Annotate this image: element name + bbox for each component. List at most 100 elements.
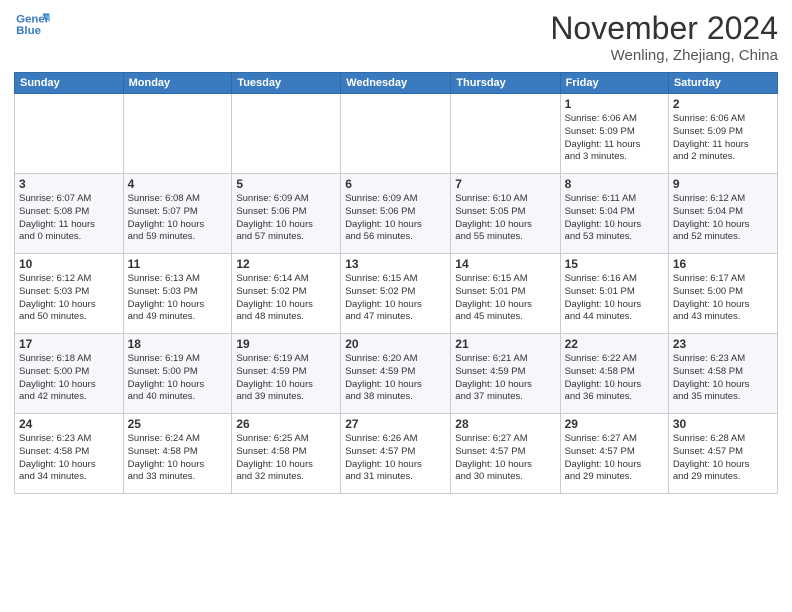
- day-info: Sunrise: 6:21 AM Sunset: 4:59 PM Dayligh…: [455, 353, 555, 404]
- day-number: 26: [236, 417, 336, 431]
- table-row: 29 Sunrise: 6:27 AM Sunset: 4:57 PM Dayli…: [560, 414, 668, 494]
- day-number: 21: [455, 337, 555, 351]
- table-row: [232, 94, 341, 174]
- day-info: Sunrise: 6:19 AM Sunset: 5:00 PM Dayligh…: [128, 353, 228, 404]
- day-number: 9: [673, 177, 773, 191]
- day-info: Sunrise: 6:25 AM Sunset: 4:58 PM Dayligh…: [236, 433, 336, 484]
- table-row: 7 Sunrise: 6:10 AM Sunset: 5:05 PM Daylig…: [451, 174, 560, 254]
- table-row: [123, 94, 232, 174]
- day-number: 20: [345, 337, 446, 351]
- table-row: 16Sunrise: 6:17 AM Sunset: 5:00 PM Dayli…: [668, 254, 777, 334]
- day-number: 12: [236, 257, 336, 271]
- table-row: [341, 94, 451, 174]
- table-row: 2 Sunrise: 6:06 AM Sunset: 5:09 PM Daylig…: [668, 94, 777, 174]
- page: General Blue November 2024 Wenling, Zhej…: [0, 0, 792, 612]
- logo: General Blue: [14, 10, 50, 40]
- table-row: 21 Sunrise: 6:21 AM Sunset: 4:59 PM Dayli…: [451, 334, 560, 414]
- logo-icon: General Blue: [14, 10, 50, 40]
- table-row: 9Sunrise: 6:12 AM Sunset: 5:04 PM Daylig…: [668, 174, 777, 254]
- day-info: Sunrise: 6:28 AM Sunset: 4:57 PM Dayligh…: [673, 433, 773, 484]
- header-friday: Friday: [560, 73, 668, 94]
- day-number: 19: [236, 337, 336, 351]
- day-number: 28: [455, 417, 555, 431]
- day-info: Sunrise: 6:26 AM Sunset: 4:57 PM Dayligh…: [345, 433, 446, 484]
- month-title: November 2024: [550, 10, 778, 47]
- day-info: Sunrise: 6:09 AM Sunset: 5:06 PM Dayligh…: [236, 193, 336, 244]
- day-info: Sunrise: 6:12 AM Sunset: 5:03 PM Dayligh…: [19, 273, 119, 324]
- table-row: 30 Sunrise: 6:28 AM Sunset: 4:57 PM Dayli…: [668, 414, 777, 494]
- day-info: Sunrise: 6:24 AM Sunset: 4:58 PM Dayligh…: [128, 433, 228, 484]
- table-row: 28 Sunrise: 6:27 AM Sunset: 4:57 PM Dayli…: [451, 414, 560, 494]
- table-row: 22 Sunrise: 6:22 AM Sunset: 4:58 PM Dayli…: [560, 334, 668, 414]
- day-number: 17: [19, 337, 119, 351]
- day-info: Sunrise: 6:27 AM Sunset: 4:57 PM Dayligh…: [455, 433, 555, 484]
- week-row-1: 3 Sunrise: 6:07 AM Sunset: 5:08 PM Daylig…: [15, 174, 778, 254]
- table-row: [15, 94, 124, 174]
- table-row: 20 Sunrise: 6:20 AM Sunset: 4:59 PM Dayli…: [341, 334, 451, 414]
- day-info: Sunrise: 6:27 AM Sunset: 4:57 PM Dayligh…: [565, 433, 664, 484]
- table-row: 5 Sunrise: 6:09 AM Sunset: 5:06 PM Daylig…: [232, 174, 341, 254]
- table-row: 4Sunrise: 6:08 AM Sunset: 5:07 PM Daylig…: [123, 174, 232, 254]
- day-number: 30: [673, 417, 773, 431]
- day-number: 7: [455, 177, 555, 191]
- day-info: Sunrise: 6:11 AM Sunset: 5:04 PM Dayligh…: [565, 193, 664, 244]
- day-number: 11: [128, 257, 228, 271]
- table-row: 24 Sunrise: 6:23 AM Sunset: 4:58 PM Dayli…: [15, 414, 124, 494]
- header-thursday: Thursday: [451, 73, 560, 94]
- header-saturday: Saturday: [668, 73, 777, 94]
- table-row: 26 Sunrise: 6:25 AM Sunset: 4:58 PM Dayli…: [232, 414, 341, 494]
- day-info: Sunrise: 6:23 AM Sunset: 4:58 PM Dayligh…: [19, 433, 119, 484]
- location-subtitle: Wenling, Zhejiang, China: [550, 47, 778, 64]
- day-info: Sunrise: 6:15 AM Sunset: 5:01 PM Dayligh…: [455, 273, 555, 324]
- day-info: Sunrise: 6:09 AM Sunset: 5:06 PM Dayligh…: [345, 193, 446, 244]
- table-row: 10Sunrise: 6:12 AM Sunset: 5:03 PM Dayli…: [15, 254, 124, 334]
- table-row: [451, 94, 560, 174]
- week-row-0: 1 Sunrise: 6:06 AM Sunset: 5:09 PM Daylig…: [15, 94, 778, 174]
- table-row: 11Sunrise: 6:13 AM Sunset: 5:03 PM Dayli…: [123, 254, 232, 334]
- day-number: 22: [565, 337, 664, 351]
- header: General Blue November 2024 Wenling, Zhej…: [14, 10, 778, 64]
- table-row: 3 Sunrise: 6:07 AM Sunset: 5:08 PM Daylig…: [15, 174, 124, 254]
- week-row-2: 10Sunrise: 6:12 AM Sunset: 5:03 PM Dayli…: [15, 254, 778, 334]
- day-number: 27: [345, 417, 446, 431]
- day-info: Sunrise: 6:22 AM Sunset: 4:58 PM Dayligh…: [565, 353, 664, 404]
- day-number: 3: [19, 177, 119, 191]
- day-number: 23: [673, 337, 773, 351]
- day-number: 15: [565, 257, 664, 271]
- day-info: Sunrise: 6:07 AM Sunset: 5:08 PM Dayligh…: [19, 193, 119, 244]
- day-info: Sunrise: 6:18 AM Sunset: 5:00 PM Dayligh…: [19, 353, 119, 404]
- table-row: 27 Sunrise: 6:26 AM Sunset: 4:57 PM Dayli…: [341, 414, 451, 494]
- table-row: 13Sunrise: 6:15 AM Sunset: 5:02 PM Dayli…: [341, 254, 451, 334]
- day-info: Sunrise: 6:23 AM Sunset: 4:58 PM Dayligh…: [673, 353, 773, 404]
- day-number: 4: [128, 177, 228, 191]
- table-row: 6 Sunrise: 6:09 AM Sunset: 5:06 PM Daylig…: [341, 174, 451, 254]
- header-wednesday: Wednesday: [341, 73, 451, 94]
- day-info: Sunrise: 6:19 AM Sunset: 4:59 PM Dayligh…: [236, 353, 336, 404]
- day-number: 6: [345, 177, 446, 191]
- day-info: Sunrise: 6:06 AM Sunset: 5:09 PM Dayligh…: [673, 113, 773, 164]
- day-number: 29: [565, 417, 664, 431]
- calendar-table: Sunday Monday Tuesday Wednesday Thursday…: [14, 72, 778, 494]
- week-row-3: 17 Sunrise: 6:18 AM Sunset: 5:00 PM Dayli…: [15, 334, 778, 414]
- day-number: 13: [345, 257, 446, 271]
- header-monday: Monday: [123, 73, 232, 94]
- table-row: 15Sunrise: 6:16 AM Sunset: 5:01 PM Dayli…: [560, 254, 668, 334]
- day-info: Sunrise: 6:10 AM Sunset: 5:05 PM Dayligh…: [455, 193, 555, 244]
- header-sunday: Sunday: [15, 73, 124, 94]
- day-info: Sunrise: 6:20 AM Sunset: 4:59 PM Dayligh…: [345, 353, 446, 404]
- day-info: Sunrise: 6:17 AM Sunset: 5:00 PM Dayligh…: [673, 273, 773, 324]
- table-row: 14 Sunrise: 6:15 AM Sunset: 5:01 PM Dayli…: [451, 254, 560, 334]
- table-row: 19 Sunrise: 6:19 AM Sunset: 4:59 PM Dayli…: [232, 334, 341, 414]
- day-number: 5: [236, 177, 336, 191]
- day-number: 1: [565, 97, 664, 111]
- weekday-header-row: Sunday Monday Tuesday Wednesday Thursday…: [15, 73, 778, 94]
- day-number: 2: [673, 97, 773, 111]
- table-row: 17 Sunrise: 6:18 AM Sunset: 5:00 PM Dayli…: [15, 334, 124, 414]
- day-number: 18: [128, 337, 228, 351]
- day-number: 24: [19, 417, 119, 431]
- table-row: 23 Sunrise: 6:23 AM Sunset: 4:58 PM Dayli…: [668, 334, 777, 414]
- table-row: 8Sunrise: 6:11 AM Sunset: 5:04 PM Daylig…: [560, 174, 668, 254]
- table-row: 12Sunrise: 6:14 AM Sunset: 5:02 PM Dayli…: [232, 254, 341, 334]
- table-row: 25Sunrise: 6:24 AM Sunset: 4:58 PM Dayli…: [123, 414, 232, 494]
- day-number: 14: [455, 257, 555, 271]
